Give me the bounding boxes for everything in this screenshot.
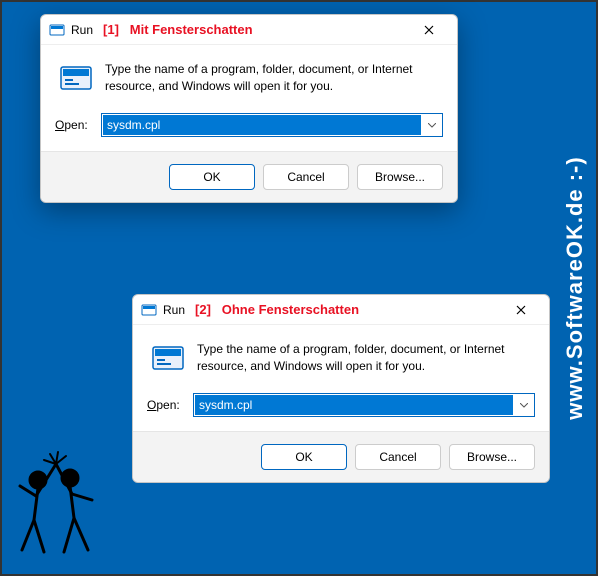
open-combobox[interactable] — [101, 113, 443, 137]
open-label: Open: — [55, 118, 91, 132]
side-watermark: www.SoftwareOK.de :-) — [562, 156, 588, 419]
run-title-icon — [141, 302, 157, 318]
titlebar[interactable]: Run [1] Mit Fensterschatten — [41, 15, 457, 45]
chevron-down-icon[interactable] — [514, 403, 534, 408]
chevron-down-icon[interactable] — [422, 123, 442, 128]
ok-button[interactable]: OK — [261, 444, 347, 470]
dialog-description: Type the name of a program, folder, docu… — [105, 61, 443, 95]
cancel-button[interactable]: Cancel — [263, 164, 349, 190]
ok-button[interactable]: OK — [169, 164, 255, 190]
run-dialog-flat: Run [2] Ohne Fensterschatten Type the na… — [132, 294, 550, 483]
annotation-label: [2] Ohne Fensterschatten — [195, 302, 359, 317]
open-input[interactable] — [103, 115, 421, 135]
open-combobox[interactable] — [193, 393, 535, 417]
close-button[interactable] — [499, 296, 543, 324]
titlebar[interactable]: Run [2] Ohne Fensterschatten — [133, 295, 549, 325]
browse-button[interactable]: Browse... — [357, 164, 443, 190]
run-program-icon — [59, 61, 93, 95]
run-program-icon — [151, 341, 185, 375]
open-label: Open: — [147, 398, 183, 412]
dialog-title: Run — [71, 23, 93, 37]
cancel-button[interactable]: Cancel — [355, 444, 441, 470]
open-input[interactable] — [195, 395, 513, 415]
dialog-title: Run — [163, 303, 185, 317]
annotation-label: [1] Mit Fensterschatten — [103, 22, 253, 37]
stick-figures-graphic — [14, 450, 104, 560]
browse-button[interactable]: Browse... — [449, 444, 535, 470]
button-bar: OK Cancel Browse... — [133, 431, 549, 482]
dialog-body: Type the name of a program, folder, docu… — [133, 325, 549, 431]
button-bar: OK Cancel Browse... — [41, 151, 457, 202]
dialog-body: Type the name of a program, folder, docu… — [41, 45, 457, 151]
run-title-icon — [49, 22, 65, 38]
run-dialog-shadowed: Run [1] Mit Fensterschatten Type the nam… — [40, 14, 458, 203]
dialog-description: Type the name of a program, folder, docu… — [197, 341, 535, 375]
close-button[interactable] — [407, 16, 451, 44]
